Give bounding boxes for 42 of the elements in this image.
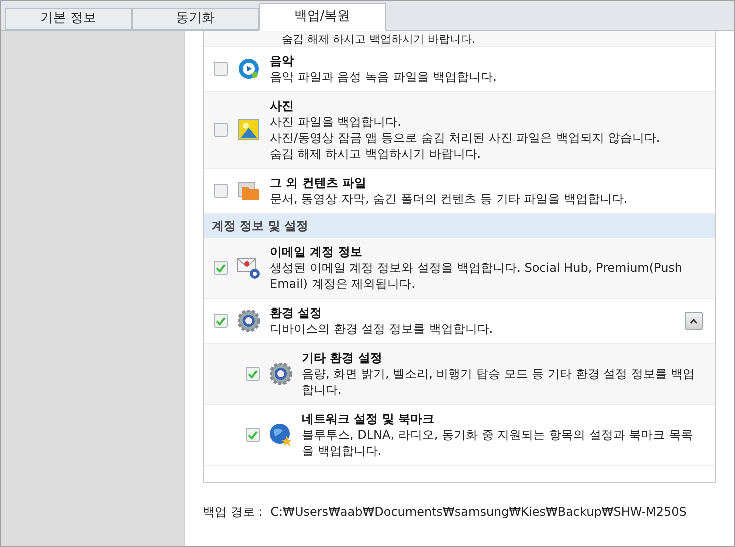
item-title: 그 외 컨텐츠 파일	[270, 175, 367, 191]
item-description: 문서, 동영상 자막, 숨긴 폴더의 컨텐츠 등 기타 파일을 백업합니다.	[270, 191, 629, 207]
envelope-gear-icon	[237, 256, 261, 280]
item-description: 생성된 이메일 계정 정보와 설정을 백업합니다. Social Hub, Premium(Push Email) 계정은 제외됩니다.	[270, 260, 684, 292]
gear-icon	[238, 310, 260, 332]
tab[interactable]: 백업/복원	[259, 3, 386, 31]
checkbox[interactable]	[214, 184, 228, 198]
checkmark-icon	[248, 430, 258, 440]
tab[interactable]: 동기화	[132, 8, 259, 30]
collapse-button[interactable]	[685, 312, 703, 330]
checkbox[interactable]	[214, 62, 228, 76]
item-title: 기타 환경 설정	[302, 350, 382, 366]
item-description: 디바이스의 환경 설정 정보를 백업합니다.	[270, 321, 494, 337]
item-description: 사진 파일을 백업합니다.	[270, 114, 402, 130]
item-description: 사진/동영상 잠금 앱 등으로 숨김 처리된 사진 파일은 백업되지 않습니다.	[270, 130, 662, 146]
checkbox[interactable]	[246, 428, 260, 442]
backup-path-label: 백업 경로 :	[203, 504, 263, 521]
item-title: 사진	[270, 98, 294, 114]
item-title: 이메일 계정 정보	[270, 244, 362, 260]
music-disc-icon	[238, 58, 260, 80]
checkmark-icon	[216, 316, 226, 326]
chevron-up-icon	[690, 318, 698, 324]
gear-icon	[270, 363, 292, 385]
backup-path: C:₩Users₩aab₩Documents₩samsung₩Kies₩Backup₩SHW-M250S	[270, 504, 687, 521]
checkbox[interactable]	[214, 314, 228, 328]
item-description: 숨김 해제 하시고 백업하시기 바랍니다.	[270, 146, 482, 162]
item-description: 음량, 화면 밝기, 벨소리, 비행기 탑승 모드 등 기타 환경 설정 정보를 백업합니다.	[302, 366, 696, 398]
section-header: 계정 정보 및 설정	[204, 214, 715, 238]
checkbox[interactable]	[246, 367, 260, 381]
item-title: 환경 설정	[270, 305, 322, 321]
item-description: 음악 파일과 음성 녹음 파일을 백업합니다.	[270, 69, 498, 85]
checkbox[interactable]	[214, 123, 228, 137]
item-description: 숨김 해제 하시고 백업하시기 바랍니다.	[282, 33, 476, 46]
tab[interactable]: 기본 정보	[5, 8, 132, 30]
checkmark-icon	[248, 370, 258, 378]
photo-icon	[238, 119, 260, 141]
checkbox[interactable]	[214, 261, 228, 275]
item-title: 음악	[270, 53, 294, 69]
checkmark-icon	[216, 264, 226, 272]
item-description: 블루투스, DLNA, 라디오, 동기화 중 지원되는 항목의 설정과 북마크 목록을 백업합니다.	[302, 427, 694, 459]
folder-icon	[237, 180, 261, 202]
item-title: 네트워크 설정 및 북마크	[302, 411, 435, 427]
